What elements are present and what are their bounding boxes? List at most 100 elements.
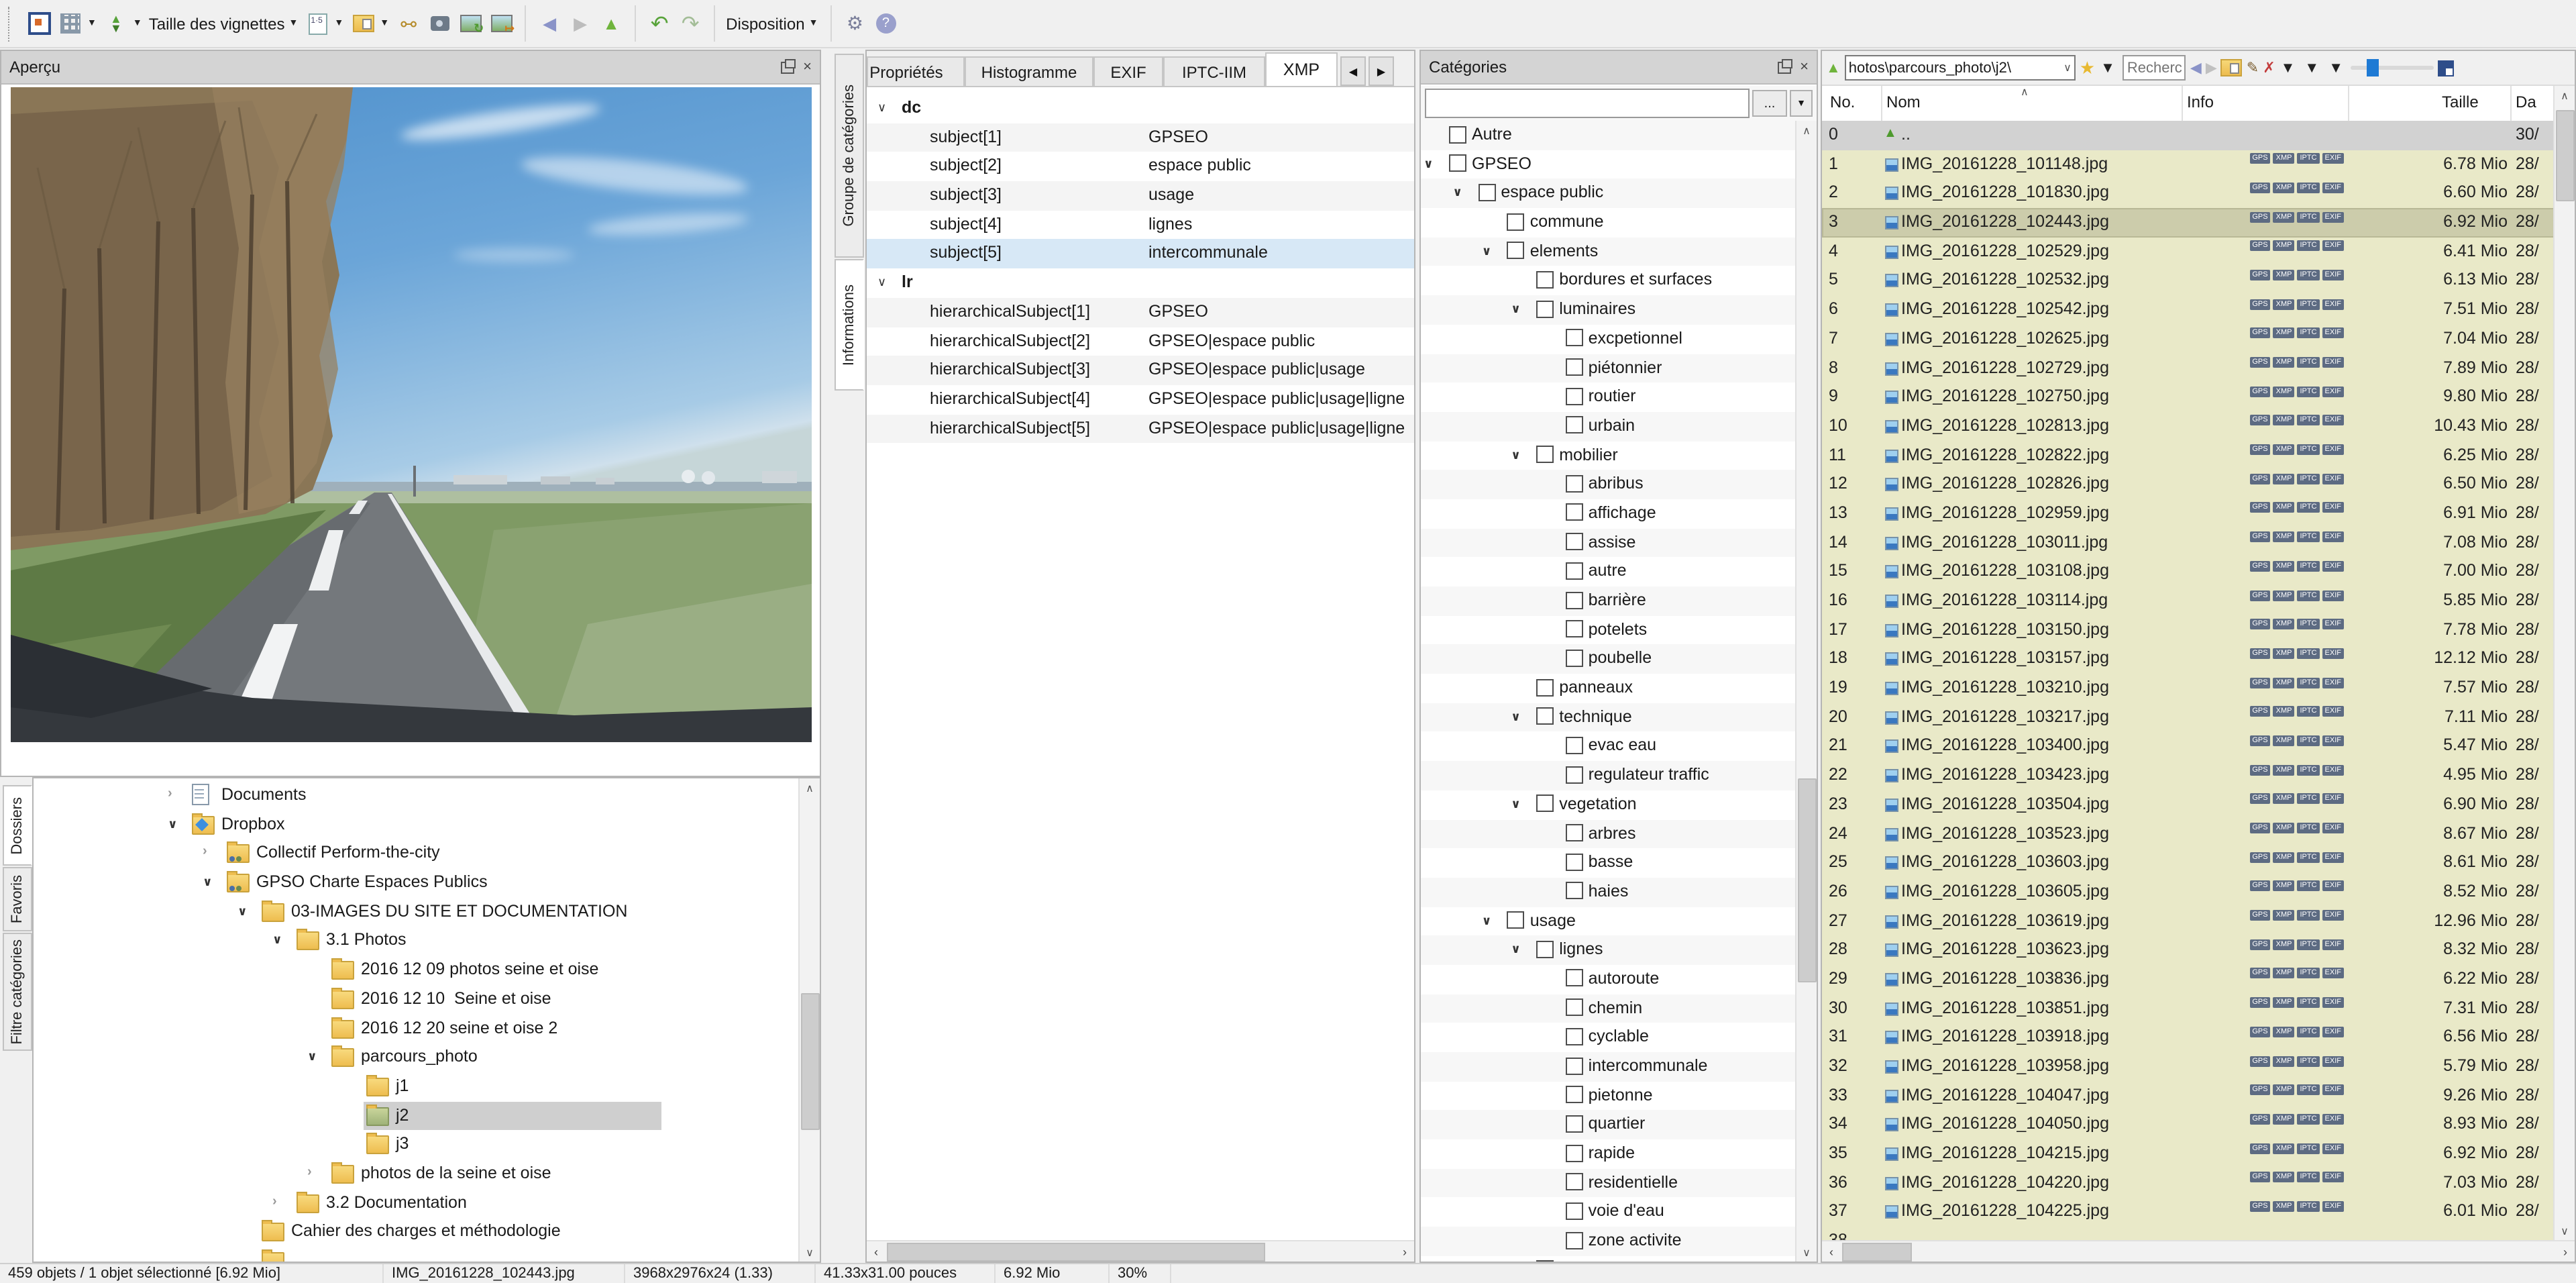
category-row[interactable]: Autre (1421, 121, 1796, 150)
collapse-chevron-icon[interactable]: ∨ (1511, 302, 1521, 317)
category-checkbox[interactable] (1566, 1202, 1583, 1220)
link-icon[interactable]: ⧟ (396, 11, 421, 36)
undo-icon[interactable]: ↶ (647, 11, 672, 36)
sort-mode-dropdown-icon[interactable]: ▼ (2304, 60, 2319, 76)
collapse-chevron-icon[interactable]: ∨ (1511, 943, 1521, 958)
category-checkbox[interactable] (1566, 824, 1583, 841)
category-row[interactable]: barrière (1421, 586, 1796, 615)
xmp-group-row[interactable]: ∨lr (867, 268, 1414, 297)
category-row[interactable]: potelets (1421, 615, 1796, 644)
folder-row[interactable]: ∨Dropbox (34, 810, 800, 839)
category-checkbox[interactable] (1507, 213, 1525, 230)
category-checkbox[interactable] (1478, 184, 1495, 201)
scroll-down-icon[interactable]: ∨ (2555, 1221, 2575, 1240)
layout-button[interactable]: Disposition (726, 14, 804, 33)
category-checkbox[interactable] (1566, 882, 1583, 900)
view-list-dropdown-icon[interactable]: ▼ (334, 19, 343, 28)
forward-icon[interactable]: ▶ (568, 11, 593, 36)
scrollbar-thumb[interactable] (801, 993, 820, 1130)
category-row[interactable]: autoroute (1421, 965, 1796, 994)
xmp-property-row[interactable]: subject[1]GPSEO (867, 123, 1414, 152)
tab-scroll-left-icon[interactable]: ◀ (1340, 56, 1366, 86)
scroll-left-icon[interactable]: ‹ (1822, 1241, 1841, 1262)
category-row[interactable]: chemin (1421, 994, 1796, 1023)
file-row[interactable]: 5IMG_20161228_102532.jpgGPSXMPIPTCEXIF6.… (1822, 266, 2555, 295)
collapse-chevron-icon[interactable]: ∨ (307, 1049, 317, 1064)
category-row[interactable]: poubelle (1421, 645, 1796, 674)
up-folder-icon[interactable]: ▲ (598, 11, 624, 36)
tab-scroll-right-icon[interactable]: ▶ (1368, 56, 1394, 86)
collapse-chevron-icon[interactable]: ∨ (1482, 913, 1492, 928)
folder-row[interactable]: 2016 12 20 seine et oise 2 (34, 1014, 800, 1043)
collapse-chevron-icon[interactable]: ∨ (203, 875, 213, 890)
scroll-up-icon[interactable]: ∧ (800, 778, 820, 797)
metadata-tab-histogramme[interactable]: Histogramme (965, 56, 1093, 86)
scroll-down-icon[interactable]: ∨ (800, 1243, 820, 1262)
folder-row[interactable]: j1 (34, 1072, 800, 1101)
refresh-image-icon[interactable] (458, 11, 483, 36)
folder-row[interactable]: ∨3.1 Photos (34, 927, 800, 956)
file-list-hscrollbar[interactable]: ‹ › (1822, 1240, 2575, 1262)
folder-row[interactable] (34, 1247, 800, 1262)
file-row[interactable]: 3IMG_20161228_102443.jpgGPSXMPIPTCEXIF6.… (1822, 208, 2555, 237)
category-folder-icon[interactable] (350, 11, 376, 36)
category-checkbox[interactable] (1566, 329, 1583, 347)
category-row[interactable]: regulateur traffic (1421, 761, 1796, 790)
collapse-chevron-icon[interactable]: ∨ (877, 275, 886, 290)
dock-tab-filtre-categories[interactable]: Filtre catégories (3, 933, 32, 1051)
category-row[interactable]: ∨GPSEO (1421, 150, 1796, 178)
category-row[interactable]: autre (1421, 558, 1796, 586)
category-checkbox[interactable] (1566, 620, 1583, 637)
favorites-dropdown-icon[interactable]: ▼ (2100, 60, 2115, 76)
category-row[interactable]: ∨technique (1421, 703, 1796, 732)
category-checkbox[interactable] (1536, 271, 1554, 289)
category-checkbox[interactable] (1536, 941, 1554, 958)
folder-row[interactable]: Cahier des charges et méthodologie (34, 1218, 800, 1247)
category-checkbox[interactable] (1507, 911, 1525, 929)
fullscreen-view-icon[interactable] (27, 11, 52, 36)
category-checkbox[interactable] (1536, 708, 1554, 725)
category-row[interactable]: quartier (1421, 1111, 1796, 1139)
metadata-tab-exif[interactable]: EXIF (1093, 56, 1163, 86)
xmp-property-row[interactable]: hierarchicalSubject[1]GPSEO (867, 298, 1414, 327)
folder-row[interactable]: ∨03-IMAGES DU SITE ET DOCUMENTATION (34, 898, 800, 927)
xmp-property-row[interactable]: hierarchicalSubject[2]GPSEO|espace publi… (867, 327, 1414, 356)
dock-tab-dossiers[interactable]: Dossiers (3, 785, 32, 866)
file-row[interactable]: 2IMG_20161228_101830.jpgGPSXMPIPTCEXIF6.… (1822, 179, 2555, 208)
category-checkbox[interactable] (1507, 242, 1525, 260)
layout-toggle-icon[interactable] (2438, 60, 2455, 76)
category-checkbox[interactable] (1566, 358, 1583, 376)
category-checkbox[interactable] (1566, 1144, 1583, 1162)
export-image-icon[interactable] (488, 11, 514, 36)
category-row[interactable]: ∨elements (1421, 238, 1796, 266)
file-row[interactable]: 35IMG_20161228_104215.jpgGPSXMPIPTCEXIF6… (1822, 1139, 2555, 1168)
xmp-property-row[interactable]: hierarchicalSubject[3]GPSEO|espace publi… (867, 356, 1414, 384)
category-checkbox[interactable] (1449, 154, 1466, 172)
new-folder-icon[interactable] (2221, 59, 2243, 76)
category-checkbox[interactable] (1566, 1086, 1583, 1103)
category-checkbox[interactable] (1536, 678, 1554, 696)
xmp-property-row[interactable]: subject[2]espace public (867, 152, 1414, 181)
file-row[interactable]: 20IMG_20161228_103217.jpgGPSXMPIPTCEXIF7… (1822, 703, 2555, 732)
metadata-hscrollbar[interactable]: ‹ › (867, 1240, 1414, 1262)
category-checkbox[interactable] (1449, 125, 1466, 143)
category-row[interactable]: abribus (1421, 470, 1796, 499)
file-row[interactable]: 9IMG_20161228_102750.jpgGPSXMPIPTCEXIF9.… (1822, 382, 2555, 411)
folder-row[interactable]: ∨GPSO Charte Espaces Publics (34, 868, 800, 897)
folder-row[interactable]: ›3.2 Documentation (34, 1188, 800, 1217)
folder-row[interactable]: ∨parcours_photo (34, 1043, 800, 1072)
file-row[interactable]: 33IMG_20161228_104047.jpgGPSXMPIPTCEXIF9… (1822, 1081, 2555, 1110)
column-date[interactable]: Da (2516, 93, 2536, 111)
folder-row[interactable]: 2016 12 09 photos seine et oise (34, 956, 800, 984)
category-checkbox[interactable] (1566, 970, 1583, 987)
category-checkbox[interactable] (1566, 998, 1583, 1016)
category-row[interactable]: haies (1421, 878, 1796, 907)
category-checkbox[interactable] (1536, 1261, 1554, 1262)
column-nom[interactable]: Nom (1886, 93, 1921, 111)
category-row[interactable]: ∨usage (1421, 907, 1796, 935)
category-row[interactable]: zone activite (1421, 1227, 1796, 1255)
column-no[interactable]: No. (1830, 93, 1855, 111)
scroll-left-icon[interactable]: ‹ (867, 1241, 885, 1262)
collapse-chevron-icon[interactable]: ∨ (1482, 244, 1492, 259)
metadata-tab-xmp[interactable]: XMP (1265, 52, 1338, 86)
